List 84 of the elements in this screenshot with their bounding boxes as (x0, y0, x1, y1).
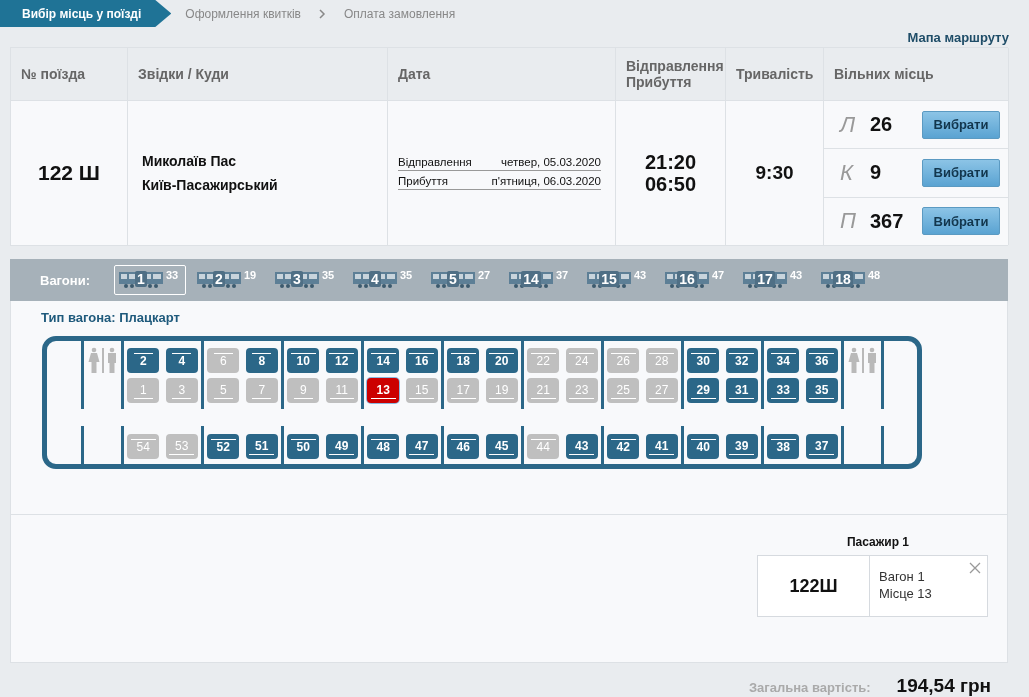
column-header: Дата (398, 66, 431, 82)
seat-button[interactable]: 18 (447, 348, 480, 373)
step-tab[interactable]: Оплата замовлення (330, 0, 470, 27)
seat-button[interactable]: 4 (165, 348, 198, 373)
route-map-link[interactable]: Мапа маршруту (907, 29, 1009, 45)
wagon-button[interactable]: 3 35 (270, 265, 342, 295)
ticket-train: 122Ш (789, 575, 838, 597)
seat-button[interactable]: 41 (645, 434, 678, 459)
seat-button[interactable]: 32 (725, 348, 758, 373)
seat-button[interactable]: 35 (805, 378, 838, 403)
arrival-time: 06:50 (644, 173, 697, 195)
close-icon[interactable] (969, 562, 981, 574)
choose-button[interactable]: Вибрати (922, 207, 1000, 236)
choose-button[interactable]: Вибрати (922, 110, 1000, 139)
seat-button[interactable]: 47 (405, 434, 438, 459)
train-number: 122 Ш (38, 161, 100, 185)
passenger-title: Пасажир 1 (846, 535, 910, 549)
column-header: Відправлення Прибуття (626, 58, 725, 90)
wagon-button[interactable]: 14 37 (504, 265, 576, 295)
seat-button[interactable]: 13 (367, 378, 400, 403)
seat-button[interactable]: 48 (367, 434, 400, 459)
class-letter: Л (840, 111, 857, 138)
seat-button[interactable]: 50 (287, 434, 320, 459)
seat-button[interactable]: 40 (687, 434, 720, 459)
date-value: четвер, 05.03.2020 (501, 156, 601, 168)
seat-button[interactable]: 31 (725, 378, 758, 403)
wagons-label: Вагони: (40, 272, 90, 288)
column-header: Тривалість (736, 66, 814, 82)
duration: 9:30 (755, 162, 794, 184)
seat-button[interactable]: 33 (767, 378, 800, 403)
seat-button[interactable]: 45 (485, 434, 518, 459)
seat-button[interactable]: 34 (767, 348, 800, 373)
toilet-icon (847, 347, 878, 373)
seat-button[interactable]: 29 (687, 378, 720, 403)
seat-button[interactable]: 10 (287, 348, 320, 373)
car-type: Тип вагона: Плацкарт (40, 309, 181, 326)
wagon-button[interactable]: 18 48 (816, 265, 888, 295)
ticket-detail: Місце 13 (879, 585, 933, 602)
departure-time: 21:20 (644, 151, 697, 173)
date-value: п'ятниця, 06.03.2020 (491, 175, 601, 187)
toilet-icon (87, 347, 118, 373)
seat-button[interactable]: 46 (447, 434, 480, 459)
total-value: 194,54 грн (896, 675, 991, 697)
seat-button[interactable]: 52 (207, 434, 240, 459)
free-seats-count: 9 (870, 161, 883, 185)
wagon-button[interactable]: 5 27 (426, 265, 498, 295)
class-letter: К (840, 160, 855, 186)
step-tab[interactable]: Оформлення квитків (171, 0, 315, 27)
column-header: № поїзда (21, 66, 86, 82)
class-letter: П (840, 208, 857, 235)
station-name: Київ-Пасажирський (142, 177, 278, 193)
seat-button[interactable]: 2 (127, 348, 160, 373)
wagon-button[interactable]: 16 47 (660, 265, 732, 295)
column-header: Звідки / Куди (138, 66, 229, 82)
seat-button[interactable]: 37 (805, 434, 838, 459)
date-label: Відправлення (398, 156, 472, 168)
seat-button[interactable]: 49 (325, 434, 358, 459)
station-name: Миколаїв Пас (142, 153, 237, 169)
wagon-button[interactable]: 17 43 (738, 265, 810, 295)
seat-button[interactable]: 51 (245, 434, 278, 459)
seat-button[interactable]: 30 (687, 348, 720, 373)
seat-button[interactable]: 36 (805, 348, 838, 373)
seat-button[interactable]: 39 (725, 434, 758, 459)
seat-button[interactable]: 42 (607, 434, 640, 459)
free-seats-count: 367 (870, 209, 905, 233)
total-label: Загальна вартість: (748, 680, 871, 695)
seat-button[interactable]: 43 (565, 434, 598, 459)
seat-button[interactable]: 14 (367, 348, 400, 373)
seat-button[interactable]: 38 (767, 434, 800, 459)
step-tab[interactable]: Вибір місць у поїзді (0, 0, 172, 27)
wagon-button[interactable]: 4 35 (348, 265, 420, 295)
column-header: Вільних місць (834, 66, 934, 82)
date-label: Прибуття (398, 175, 448, 187)
ticket-detail: Вагон 1 (879, 568, 926, 585)
seat-button[interactable]: 8 (245, 348, 278, 373)
chevron-icon (319, 8, 326, 19)
wagon-button[interactable]: 1 33 (114, 265, 186, 295)
choose-button[interactable]: Вибрати (922, 159, 1000, 187)
wagon-button[interactable]: 2 19 (192, 265, 264, 295)
seat-button[interactable]: 20 (485, 348, 518, 373)
seat-button[interactable]: 16 (405, 348, 438, 373)
seat-button[interactable]: 12 (325, 348, 358, 373)
free-seats-count: 26 (870, 113, 894, 137)
wagon-button[interactable]: 15 43 (582, 265, 654, 295)
